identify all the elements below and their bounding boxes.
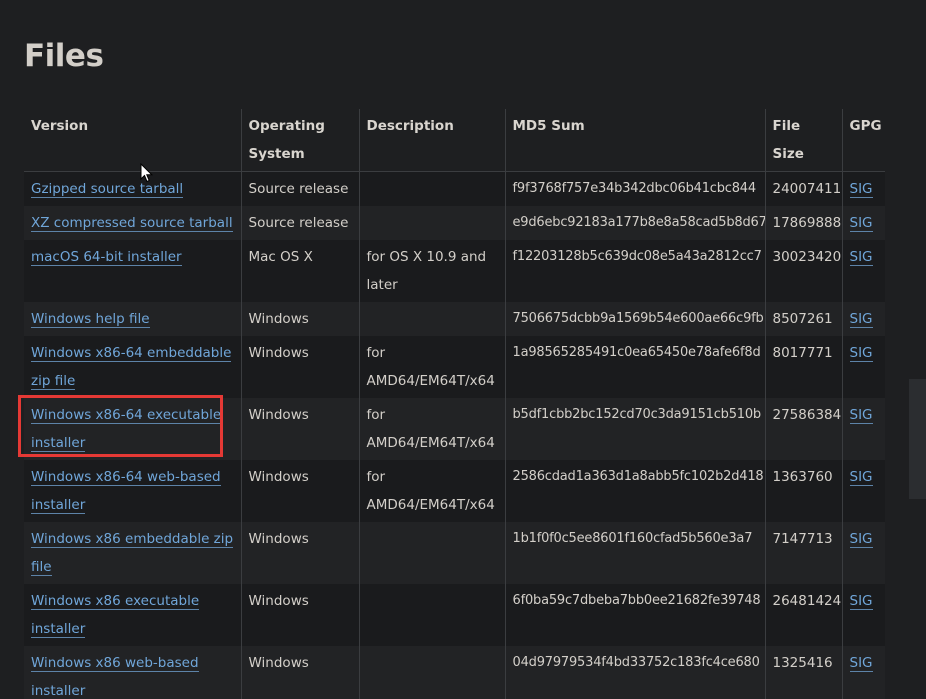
version-cell: Windows x86-64 executable installer <box>24 398 241 460</box>
gpg-cell: SIG <box>841 522 885 584</box>
file-download-link[interactable]: Windows x86 embeddable zip file <box>31 531 234 576</box>
size-cell: 27586384 <box>764 398 842 460</box>
description-cell <box>358 522 505 584</box>
size-cell: 24007411 <box>764 171 842 206</box>
os-cell: Source release <box>240 206 359 240</box>
version-cell: Windows x86 executable installer <box>24 584 241 646</box>
file-download-link[interactable]: Windows x86 executable installer <box>31 593 200 638</box>
sig-link[interactable]: SIG <box>849 311 873 328</box>
gpg-cell: SIG <box>841 646 885 699</box>
os-cell: Windows <box>240 584 359 646</box>
sig-link[interactable]: SIG <box>849 531 873 548</box>
description-cell: for OS X 10.9 and later <box>358 240 505 302</box>
version-cell: XZ compressed source tarball <box>24 206 241 240</box>
header-file-size: File Size <box>764 109 842 172</box>
md5-cell: 1b1f0f0c5ee8601f160cfad5b560e3a7 <box>504 522 765 584</box>
sig-link[interactable]: SIG <box>849 215 873 232</box>
header-operating-system: Operating System <box>240 109 359 172</box>
header-md5-sum: MD5 Sum <box>504 109 765 172</box>
md5-cell: 2586cdad1a363d1a8abb5fc102b2d418 <box>504 460 765 522</box>
version-cell: macOS 64-bit installer <box>24 240 241 302</box>
size-cell: 26481424 <box>764 584 842 646</box>
md5-cell: 7506675dcbb9a1569b54e600ae66c9fb <box>504 302 765 336</box>
description-cell: for AMD64/EM64T/x64 <box>358 460 505 522</box>
files-table: Version Operating System Description MD5… <box>24 109 885 699</box>
description-cell <box>358 646 505 699</box>
header-gpg: GPG <box>841 109 885 172</box>
file-download-link[interactable]: Windows x86 web-based installer <box>31 655 199 699</box>
table-row: Windows help file Windows 7506675dcbb9a1… <box>24 302 885 336</box>
os-cell: Source release <box>240 171 359 206</box>
version-cell: Windows help file <box>24 302 241 336</box>
gpg-cell: SIG <box>841 336 885 398</box>
size-cell: 8017771 <box>764 336 842 398</box>
md5-cell: b5df1cbb2bc152cd70c3da9151cb510b <box>504 398 765 460</box>
version-cell: Gzipped source tarball <box>24 171 241 206</box>
size-cell: 1325416 <box>764 646 842 699</box>
sig-link[interactable]: SIG <box>849 469 873 486</box>
header-description: Description <box>358 109 505 172</box>
gpg-cell: SIG <box>841 460 885 522</box>
os-cell: Windows <box>240 460 359 522</box>
size-cell: 7147713 <box>764 522 842 584</box>
file-download-link[interactable]: macOS 64-bit installer <box>31 249 182 266</box>
description-cell <box>358 302 505 336</box>
os-cell: Windows <box>240 646 359 699</box>
table-row: Windows x86 executable installer Windows… <box>24 584 885 646</box>
table-row: Windows x86-64 embeddable zip file Windo… <box>24 336 885 398</box>
mouse-pointer-icon <box>140 163 154 183</box>
scrollbar-thumb[interactable] <box>909 379 926 499</box>
sig-link[interactable]: SIG <box>849 655 873 672</box>
size-cell: 1363760 <box>764 460 842 522</box>
header-version: Version <box>24 109 241 172</box>
size-cell: 30023420 <box>764 240 842 302</box>
file-download-link[interactable]: Windows x86-64 web-based installer <box>31 469 221 514</box>
page-title: Files <box>24 38 104 74</box>
file-download-link[interactable]: Windows x86-64 executable installer <box>31 407 222 452</box>
md5-cell: 04d97979534f4bd33752c183fc4ce680 <box>504 646 765 699</box>
version-cell: Windows x86 web-based installer <box>24 646 241 699</box>
version-cell: Windows x86-64 embeddable zip file <box>24 336 241 398</box>
gpg-cell: SIG <box>841 302 885 336</box>
sig-link[interactable]: SIG <box>849 249 873 266</box>
description-cell: for AMD64/EM64T/x64 <box>358 398 505 460</box>
table-row: Windows x86 web-based installer Windows … <box>24 646 885 699</box>
table-row: Windows x86-64 executable installer Wind… <box>24 398 885 460</box>
file-download-link[interactable]: Windows x86-64 embeddable zip file <box>31 345 232 390</box>
md5-cell: 6f0ba59c7dbeba7bb0ee21682fe39748 <box>504 584 765 646</box>
description-cell <box>358 584 505 646</box>
file-download-link[interactable]: Gzipped source tarball <box>31 181 184 198</box>
gpg-cell: SIG <box>841 584 885 646</box>
version-cell: Windows x86 embeddable zip file <box>24 522 241 584</box>
gpg-cell: SIG <box>841 240 885 302</box>
description-cell <box>358 171 505 206</box>
md5-cell: 1a98565285491c0ea65450e78afe6f8d <box>504 336 765 398</box>
size-cell: 8507261 <box>764 302 842 336</box>
gpg-cell: SIG <box>841 171 885 206</box>
table-row: XZ compressed source tarball Source rele… <box>24 206 885 240</box>
os-cell: Windows <box>240 522 359 584</box>
gpg-cell: SIG <box>841 206 885 240</box>
os-cell: Windows <box>240 336 359 398</box>
size-cell: 17869888 <box>764 206 842 240</box>
table-row: Windows x86-64 web-based installer Windo… <box>24 460 885 522</box>
table-row: macOS 64-bit installer Mac OS X for OS X… <box>24 240 885 302</box>
table-row: Windows x86 embeddable zip file Windows … <box>24 522 885 584</box>
md5-cell: e9d6ebc92183a177b8e8a58cad5b8d67 <box>504 206 765 240</box>
os-cell: Mac OS X <box>240 240 359 302</box>
version-cell: Windows x86-64 web-based installer <box>24 460 241 522</box>
sig-link[interactable]: SIG <box>849 407 873 424</box>
md5-cell: f9f3768f757e34b342dbc06b41cbc844 <box>504 171 765 206</box>
file-download-link[interactable]: XZ compressed source tarball <box>31 215 233 232</box>
sig-link[interactable]: SIG <box>849 181 873 198</box>
description-cell <box>358 206 505 240</box>
description-cell: for AMD64/EM64T/x64 <box>358 336 505 398</box>
os-cell: Windows <box>240 302 359 336</box>
os-cell: Windows <box>240 398 359 460</box>
md5-cell: f12203128b5c639dc08e5a43a2812cc7 <box>504 240 765 302</box>
sig-link[interactable]: SIG <box>849 345 873 362</box>
gpg-cell: SIG <box>841 398 885 460</box>
file-download-link[interactable]: Windows help file <box>31 311 150 328</box>
sig-link[interactable]: SIG <box>849 593 873 610</box>
